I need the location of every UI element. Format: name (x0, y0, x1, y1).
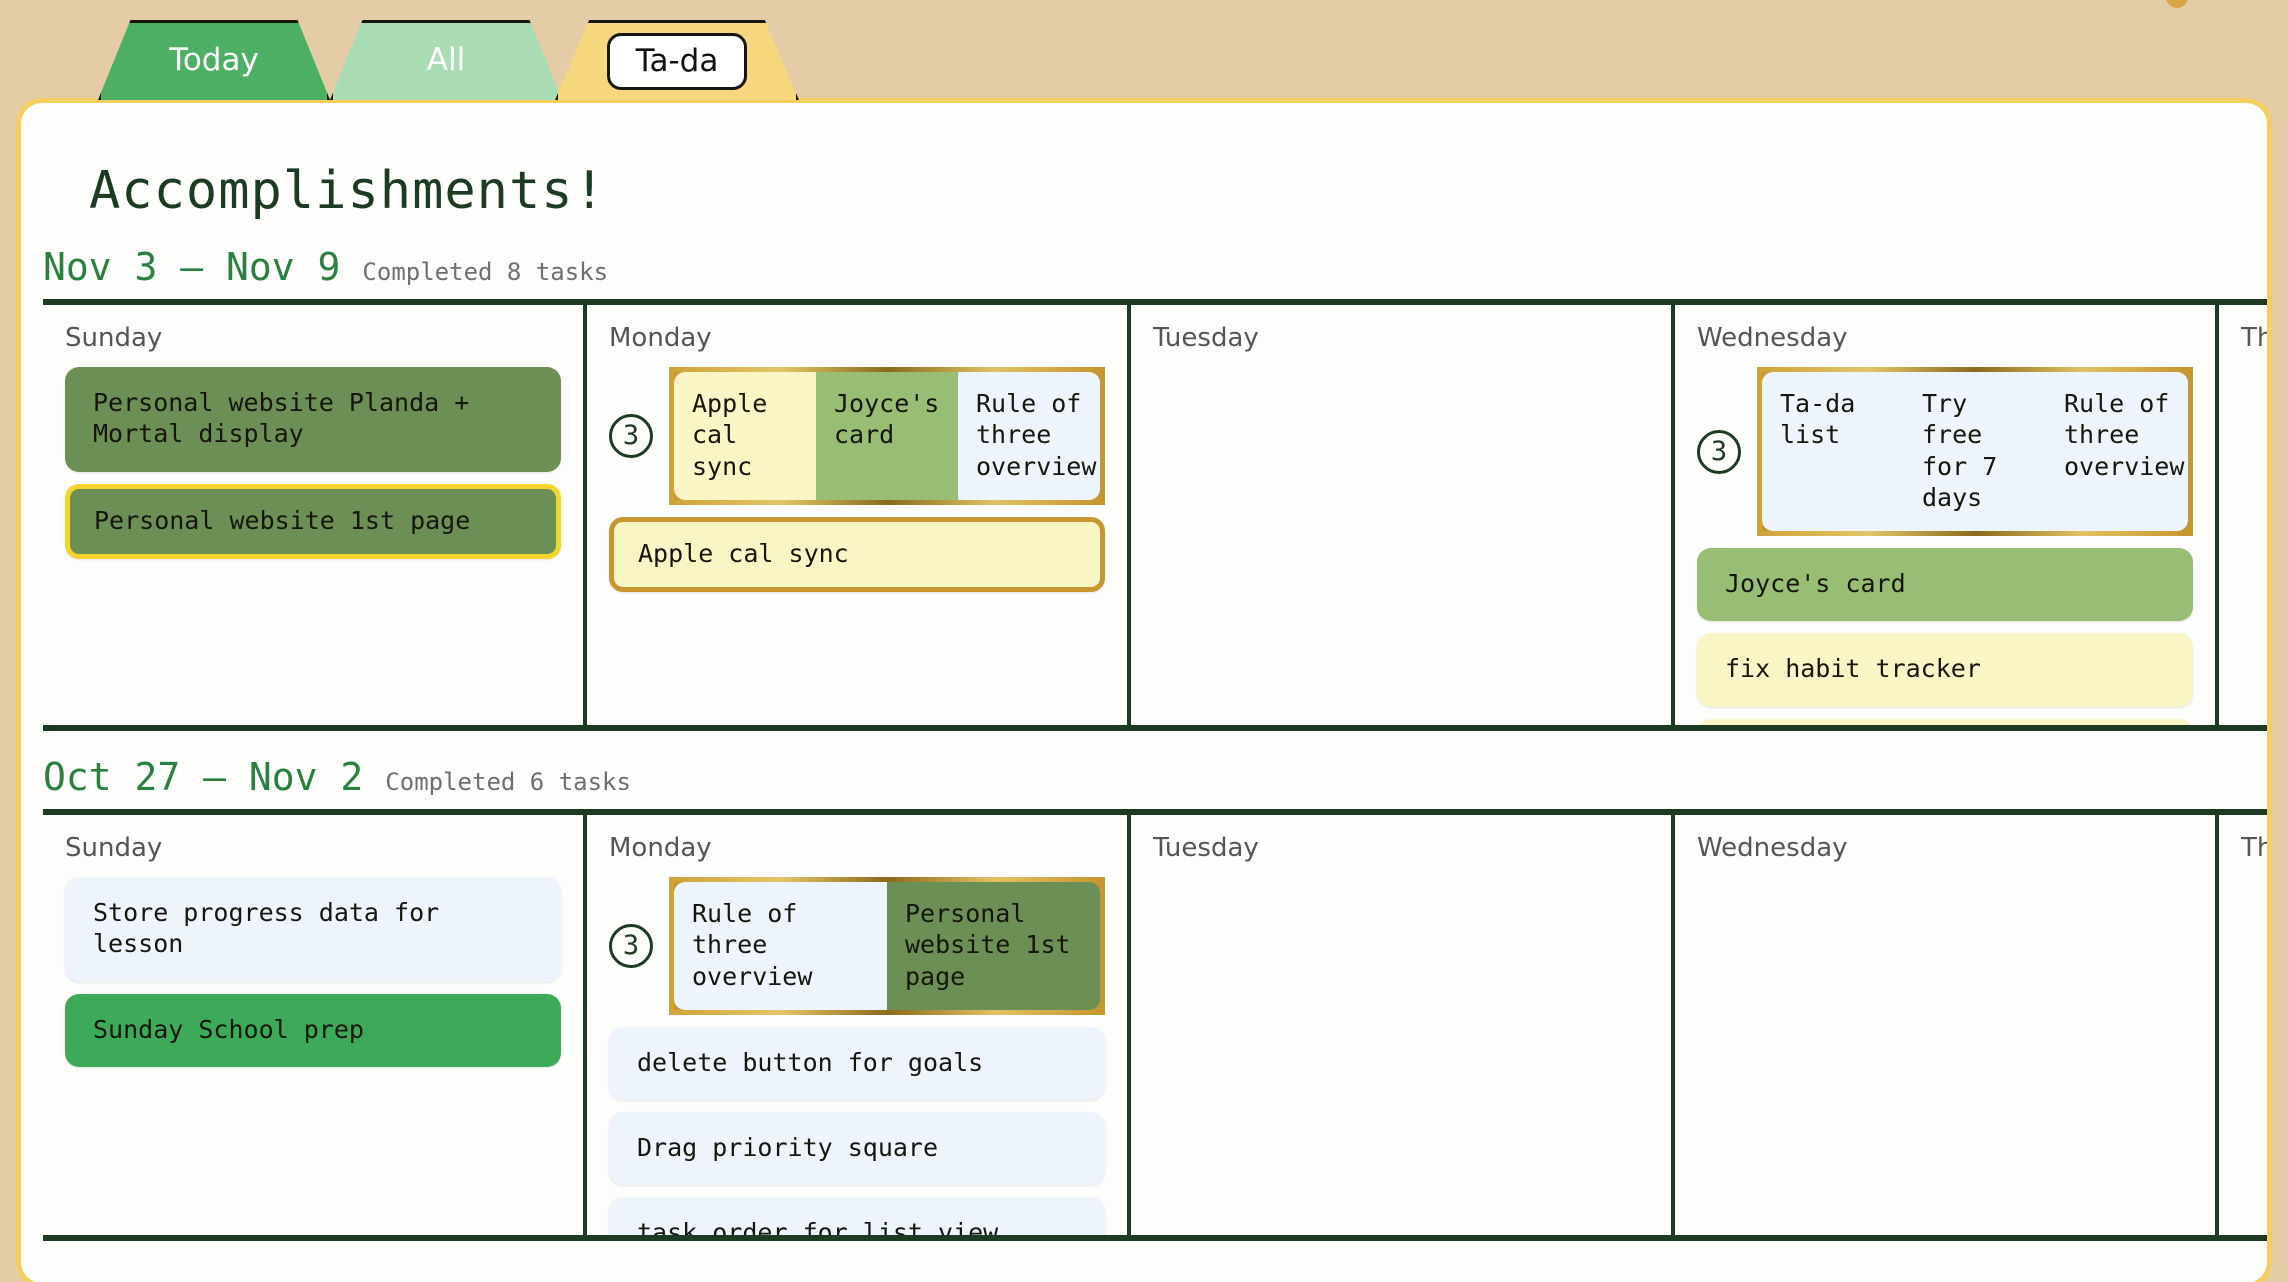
rule-of-three-badge[interactable]: 3 (1697, 429, 1741, 474)
week-header: Oct 27 — Nov 2 Completed 6 tasks (21, 755, 2267, 799)
day-column-monday[interactable]: Monday 3 Rule of three overview Personal we… (587, 815, 1131, 1235)
week-date-range: Oct 27 — Nov 2 (43, 755, 364, 799)
rule-of-three-box: Apple cal sync Joyce's card Rule of three … (669, 367, 1105, 505)
task-card[interactable]: delete button for goals (609, 1026, 1105, 1100)
day-name-label: Thursday (2241, 833, 2267, 863)
day-column-thursday[interactable]: Thursday (2219, 815, 2267, 1235)
task-card-text: Joyce's card (834, 389, 940, 450)
day-name-label: Tuesday (1153, 833, 1259, 863)
day-name-label: Monday (609, 323, 712, 353)
task-card-text: Store progress data for lesson (93, 898, 440, 959)
task-card[interactable]: Joyce's card (1697, 548, 2193, 622)
task-card[interactable]: Personal website 1st page (887, 882, 1100, 1010)
tab-today[interactable]: Today (98, 20, 330, 100)
week-grid: Sunday Personal website Planda + Mortal d… (43, 299, 2267, 731)
task-card-text: Try free for 7 days (1922, 389, 1998, 512)
weeks-container: Nov 3 — Nov 9 Completed 8 tasks Sunday Pers… (21, 245, 2267, 1241)
day-name-label: Wednesday (1697, 833, 1848, 863)
tab-all-label: All (426, 41, 466, 78)
task-card-text: Apple cal sync (638, 538, 849, 568)
rule-of-three-box: Rule of three overview Personal website 1… (669, 877, 1105, 1015)
day-name-label: Monday (609, 833, 712, 863)
task-card-text: Rule of three overview (692, 899, 813, 991)
tab-tada-label: Ta-da (606, 33, 748, 90)
task-card[interactable]: Drag priority square (609, 1112, 1105, 1186)
task-card[interactable]: Ta-da list (1762, 372, 1904, 531)
task-card-text: Joyce's card (1725, 569, 1906, 598)
rule-of-three-box: Ta-da list Try free for 7 days Rule of thr… (1757, 367, 2193, 536)
week-completed-count: Completed 8 tasks (362, 258, 609, 286)
day-card-list: 3 Ta-da list Try free for 7 days Rule of th… (1697, 367, 2193, 725)
day-name-label: Sunday (65, 323, 163, 353)
tab-bar: Today All Ta-da (0, 0, 2288, 100)
rule-of-three-badge[interactable]: 3 (609, 413, 653, 458)
task-card[interactable]: Rule of three overview (958, 372, 1100, 500)
task-card-text: Sunday School prep (93, 1014, 364, 1044)
tab-all[interactable]: All (330, 20, 562, 100)
rule-of-three-group: 3 Ta-da list Try free for 7 days Rule of th… (1697, 367, 2193, 536)
day-column-monday[interactable]: Monday 3 Apple cal sync Joyce's card Rule of… (587, 305, 1131, 725)
task-card-text: task order for list view custom (637, 1218, 999, 1235)
task-card-text: Rule of three overview (976, 389, 1097, 481)
task-card-text: delete button for goals (637, 1047, 984, 1077)
day-column-thursday[interactable]: Thursday (2219, 305, 2267, 725)
rule-of-three-group: 3 Rule of three overview Personal website … (609, 877, 1105, 1015)
task-card[interactable]: Apple cal sync (674, 372, 816, 500)
task-card[interactable]: Personal website 1st page (65, 483, 561, 559)
day-card-list: 3 Apple cal sync Joyce's card Rule of three… (609, 367, 1105, 592)
day-column-wednesday[interactable]: Wednesday 3 Ta-da list Try free for 7 days R… (1675, 305, 2219, 725)
task-card-text: Rule of three overview (2064, 389, 2185, 481)
task-card-text: Apple cal sync (692, 389, 768, 481)
task-card-text: Drag priority square (637, 1133, 939, 1162)
day-column-tuesday[interactable]: Tuesday (1131, 305, 1675, 725)
task-card[interactable]: Joyce's card (816, 372, 958, 500)
task-card-text: Personal website 1st page (94, 505, 471, 535)
task-card[interactable]: Apple cal sync (609, 516, 1105, 592)
day-name-label: Sunday (65, 833, 163, 863)
day-column-sunday[interactable]: Sunday Personal website Planda + Mortal d… (43, 305, 587, 725)
task-card[interactable]: Try free for 7 days (1904, 372, 2046, 531)
day-card-list: Store progress data for lesson Sunday Sch… (65, 877, 561, 1067)
week-section: Oct 27 — Nov 2 Completed 6 tasks Sunday Sto… (21, 755, 2267, 1241)
task-card[interactable]: Sunday School prep (65, 993, 561, 1067)
rule-of-three-badge[interactable]: 3 (609, 923, 653, 968)
task-card-text: fix habit tracker (1725, 654, 1981, 684)
week-date-range: Nov 3 — Nov 9 (43, 245, 341, 289)
week-grid: Sunday Store progress data for lesson Sund… (43, 809, 2267, 1241)
day-column-tuesday[interactable]: Tuesday (1131, 815, 1675, 1235)
panel-content: Accomplishments! Nov 3 — Nov 9 Completed … (21, 103, 2267, 1241)
day-name-label: Wednesday (1697, 323, 1848, 353)
week-section: Nov 3 — Nov 9 Completed 8 tasks Sunday Pers… (21, 245, 2267, 731)
main-panel: Accomplishments! Nov 3 — Nov 9 Completed … (16, 98, 2272, 1282)
tab-tada[interactable]: Ta-da (555, 20, 799, 100)
task-card[interactable]: Rule of three overview (2046, 372, 2188, 531)
day-name-label: Tuesday (1153, 323, 1259, 353)
day-card-list: Personal website Planda + Mortal display… (65, 367, 561, 559)
week-completed-count: Completed 6 tasks (385, 768, 631, 796)
rule-of-three-group: 3 Apple cal sync Joyce's card Rule of three… (609, 367, 1105, 505)
task-card[interactable]: Personal website Planda + Mortal display (65, 367, 561, 472)
task-card[interactable]: fix habit tracker (1697, 633, 2193, 707)
tab-today-label: Today (169, 41, 259, 78)
week-header: Nov 3 — Nov 9 Completed 8 tasks (21, 245, 2267, 289)
task-card[interactable]: Store progress data for lesson (65, 877, 561, 982)
day-column-wednesday[interactable]: Wednesday (1675, 815, 2219, 1235)
task-card-text: Ta-da list (1780, 389, 1856, 450)
task-card[interactable]: fix work-block drag into (1697, 718, 2193, 725)
day-column-sunday[interactable]: Sunday Store progress data for lesson Sund… (43, 815, 587, 1235)
page-title: Accomplishments! (89, 161, 606, 221)
task-card-text: Personal website 1st page (905, 899, 1071, 991)
task-card-text: Personal website Planda + Mortal display (93, 388, 470, 449)
day-name-label: Thursday (2241, 323, 2267, 353)
task-card[interactable]: task order for list view custom (609, 1197, 1105, 1235)
day-card-list: 3 Rule of three overview Personal website … (609, 877, 1105, 1235)
task-card[interactable]: Rule of three overview (674, 882, 887, 1010)
